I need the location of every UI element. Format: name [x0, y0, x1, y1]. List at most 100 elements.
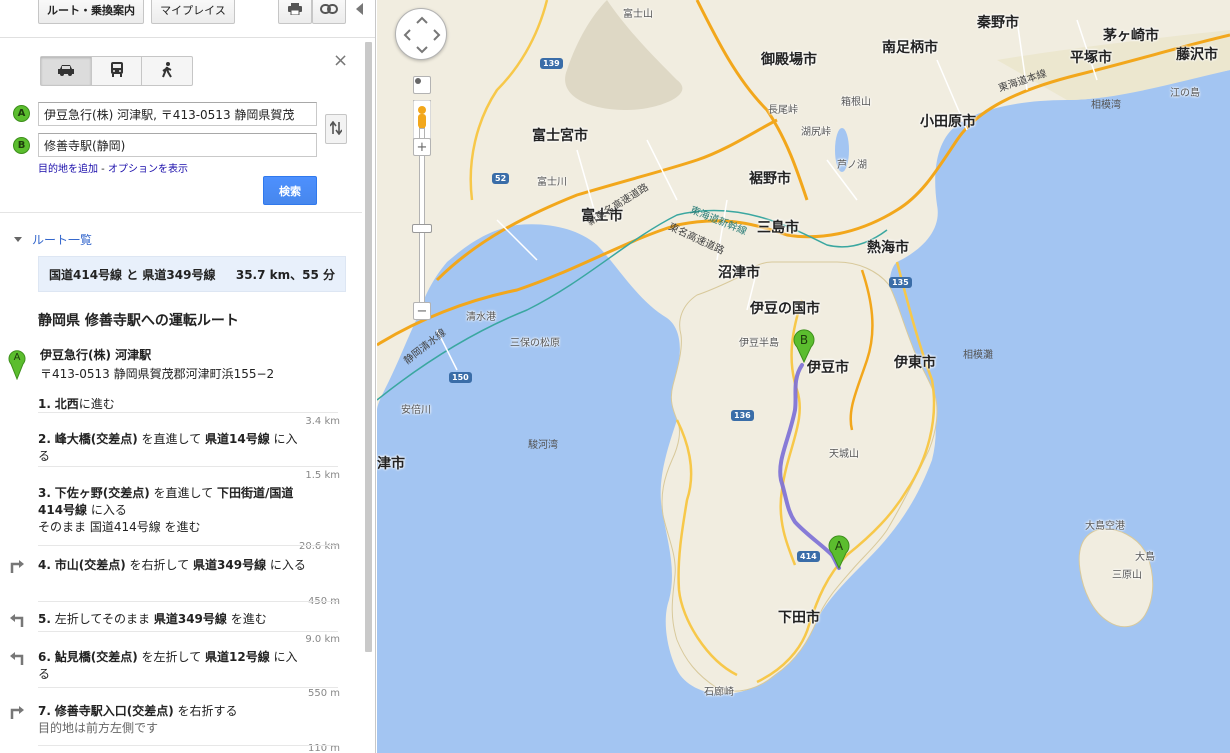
- map-label-ito: 伊東市: [894, 355, 936, 371]
- step-divider: [38, 412, 338, 413]
- step-divider: [38, 601, 338, 602]
- map-drawing: [377, 0, 1230, 694]
- route-summary-stats: 35.7 km、55 分: [235, 267, 335, 282]
- mode-walk[interactable]: [142, 57, 192, 85]
- search-button[interactable]: 検索: [263, 176, 317, 205]
- swap-icon: [329, 120, 343, 138]
- map-label-chigasaki: 茅ヶ崎市: [1103, 28, 1159, 44]
- map-label-hiratsuka: 平塚市: [1070, 50, 1112, 66]
- printer-icon: [288, 2, 302, 18]
- my-places-button[interactable]: マイプレイス: [151, 0, 235, 24]
- step-distance: 9.0 km: [305, 634, 340, 645]
- map-label-sagamiwan: 相模湾: [1091, 100, 1121, 111]
- map-label-shimoda: 下田市: [778, 610, 820, 626]
- step-text: を直進して: [137, 432, 206, 446]
- map-label-hakoneyama: 箱根山: [841, 97, 871, 108]
- close-icon[interactable]: ×: [333, 50, 348, 71]
- svg-text:A: A: [14, 352, 21, 363]
- destination-input[interactable]: 修善寺駅(静岡): [38, 133, 317, 157]
- direction-step[interactable]: 4. 市山(交差点) を右折して 県道349号線 に入る: [38, 557, 308, 574]
- step-text: を右折して: [125, 558, 194, 572]
- step-road: 下佐ヶ野(交差点): [54, 486, 150, 500]
- map-label-susono: 裾野市: [749, 171, 791, 187]
- destination-marker-icon: B: [13, 137, 30, 154]
- map-label-oshima-airport: 大島空港: [1085, 521, 1125, 532]
- step-number: 2.: [38, 432, 51, 446]
- step-road: 県道349号線: [193, 558, 267, 572]
- map-label-atami: 熱海市: [867, 240, 909, 256]
- car-icon: [57, 64, 75, 79]
- step-road: 修善寺駅入口(交差点): [54, 704, 174, 718]
- route-transit-button[interactable]: ルート・乗換案内: [38, 0, 144, 24]
- svg-text:A: A: [835, 539, 844, 553]
- map-label-nagaotoge: 長尾峠: [768, 105, 798, 116]
- top-toolbar: ルート・乗換案内 マイプレイス: [0, 0, 375, 38]
- mode-transit[interactable]: [92, 57, 143, 85]
- step-note: 目的地は前方左側です: [38, 721, 159, 735]
- map-label-odawara: 小田原市: [920, 114, 976, 130]
- origin-map-pin-icon[interactable]: A: [828, 535, 850, 569]
- direction-step[interactable]: 2. 峰大橋(交差点) を直進して 県道14号線 に入る: [38, 431, 308, 465]
- map-label-shimizuport: 清水港: [466, 312, 496, 323]
- link-button[interactable]: [312, 0, 346, 24]
- map-label-irozaki: 石廊崎: [704, 687, 734, 698]
- step-divider: [38, 745, 338, 746]
- zoom-out-button[interactable]: −: [413, 302, 431, 320]
- map-label-izuhanto: 伊豆半島: [739, 338, 779, 349]
- step-number: 4.: [38, 558, 51, 572]
- turn-right-icon: [9, 559, 25, 573]
- step-text: に進む: [78, 397, 115, 411]
- route-shield-136: 136: [731, 410, 754, 421]
- mode-car[interactable]: [41, 57, 92, 85]
- direction-step[interactable]: 7. 修善寺駅入口(交差点) を右折する 目的地は前方左側です: [38, 703, 308, 737]
- map-label-surugawan: 駿河湾: [528, 440, 558, 451]
- add-destination-link[interactable]: 目的地を追加: [38, 164, 98, 175]
- svg-text:B: B: [800, 333, 808, 347]
- map-label-fujinomiya: 富士宮市: [532, 128, 588, 144]
- step-text: を進む: [226, 612, 267, 626]
- origin-input[interactable]: 伊豆急行(株) 河津駅, 〒413-0513 静岡県賀茂: [38, 102, 317, 126]
- print-button[interactable]: [278, 0, 312, 24]
- map-label-kojiritoge: 湖尻峠: [801, 127, 831, 138]
- step-divider: [38, 687, 338, 688]
- directions-title: 静岡県 修善寺駅への運転ルート: [38, 313, 239, 329]
- direction-step[interactable]: 5. 左折してそのまま 県道349号線 を進む: [38, 611, 308, 628]
- link-icon: [320, 3, 338, 17]
- route-list-toggle[interactable]: ルート一覧: [14, 231, 92, 248]
- step-distance: 20.6 km: [299, 541, 340, 552]
- collapse-panel-icon[interactable]: [356, 3, 363, 15]
- map-label-enoshima: 江の島: [1170, 88, 1200, 99]
- route-summary-card[interactable]: 国道414号線 と 県道349号線 35.7 km、55 分: [38, 256, 346, 292]
- step-number: 3.: [38, 486, 51, 500]
- map-canvas[interactable]: 秦野市 御殿場市 南足柄市 平塚市 茅ヶ崎市 藤沢市 小田原市 富士宮市 裾野市…: [377, 0, 1230, 753]
- step-road: 市山(交差点): [54, 558, 126, 572]
- show-options-link[interactable]: オプションを表示: [108, 164, 188, 175]
- pan-control[interactable]: [395, 8, 447, 60]
- step-road: 県道14号線: [205, 432, 270, 446]
- turn-left-icon: [9, 613, 25, 627]
- map-label-gotemba: 御殿場市: [761, 52, 817, 68]
- step-distance: 550 m: [307, 688, 340, 699]
- link-separator: -: [98, 164, 108, 175]
- location-button[interactable]: [413, 76, 431, 94]
- swap-button[interactable]: [325, 114, 347, 144]
- direction-step[interactable]: 6. 鮎見橋(交差点) を左折して 県道12号線 に入る: [38, 649, 308, 683]
- origin-address: 〒413-0513 静岡県賀茂郡河津町浜155−2: [40, 367, 275, 381]
- travel-mode-selector: [40, 56, 193, 86]
- route-shield-135: 135: [889, 277, 912, 288]
- step-road: 峰大橋(交差点): [54, 432, 138, 446]
- zoom-in-button[interactable]: +: [413, 138, 431, 156]
- triangle-down-icon: [14, 237, 22, 242]
- step-road: 鮎見橋(交差点): [54, 650, 138, 664]
- origin-pin-icon: A: [8, 346, 26, 383]
- step-road: 県道12号線: [205, 650, 270, 664]
- map-label-izunokuni: 伊豆の国市: [750, 301, 820, 317]
- bus-icon: [110, 62, 124, 80]
- turn-right-icon: [9, 705, 25, 719]
- direction-step[interactable]: 3. 下佐ヶ野(交差点) を直進して 下田街道/国道414号線 に入る そのまま …: [38, 485, 308, 536]
- zoom-slider-handle[interactable]: [412, 224, 432, 233]
- direction-step[interactable]: 1. 北西に進む: [38, 396, 308, 413]
- destination-pin-icon[interactable]: B: [793, 329, 815, 363]
- panel-scrollbar[interactable]: [365, 42, 372, 652]
- origin-marker-icon: A: [13, 105, 30, 122]
